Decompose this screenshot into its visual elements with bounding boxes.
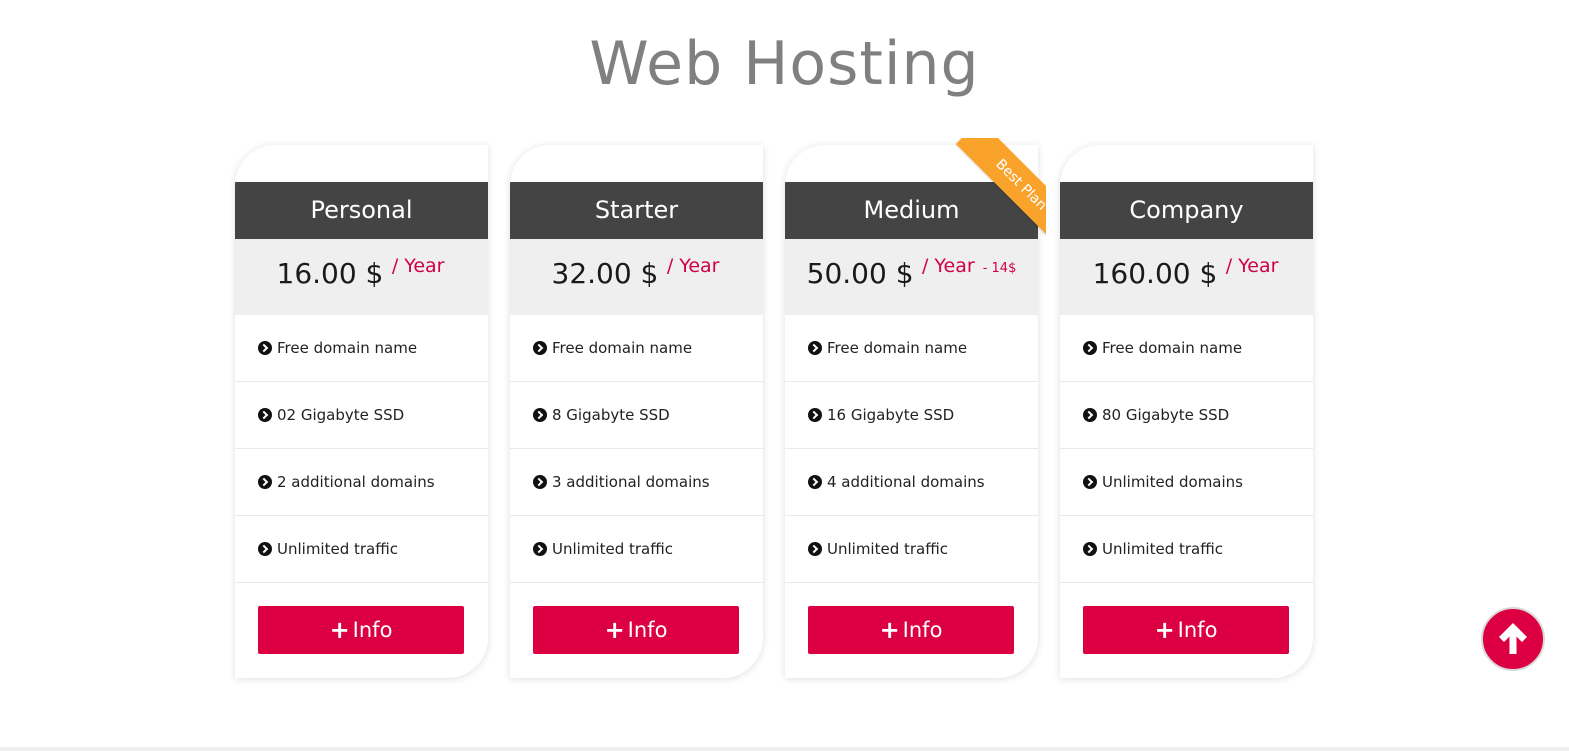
- plan-price: 32.00 $ / Year: [510, 239, 763, 315]
- feature-item: 8 Gigabyte SSD: [510, 382, 763, 449]
- feature-label: Unlimited domains: [1102, 473, 1243, 491]
- page-title: Web Hosting: [589, 29, 980, 99]
- price-period: / Year: [666, 255, 720, 277]
- info-button-label: Info: [902, 618, 943, 642]
- feature-item: 80 Gigabyte SSD: [1060, 382, 1313, 449]
- info-button-label: Info: [627, 618, 668, 642]
- feature-label: 16 Gigabyte SSD: [827, 406, 955, 424]
- feature-item: Unlimited domains: [1060, 449, 1313, 516]
- feature-item: 16 Gigabyte SSD: [785, 382, 1038, 449]
- feature-item: Free domain name: [510, 315, 763, 382]
- chevron-circle-right-icon: [258, 341, 272, 355]
- feature-label: 02 Gigabyte SSD: [277, 406, 405, 424]
- plan-card-company: Company 160.00 $ / Year Free domain name…: [1060, 145, 1313, 678]
- info-button-company[interactable]: + Info: [1083, 606, 1289, 654]
- price-discount: - 14$: [982, 261, 1017, 276]
- plan-name: Starter: [510, 182, 763, 239]
- feature-item: 02 Gigabyte SSD: [235, 382, 488, 449]
- feature-label: Unlimited traffic: [1102, 540, 1223, 558]
- feature-label: Unlimited traffic: [827, 540, 948, 558]
- feature-label: 4 additional domains: [827, 473, 985, 491]
- price-period: / Year - 14$: [921, 255, 1017, 277]
- info-button-label: Info: [1177, 618, 1218, 642]
- chevron-circle-right-icon: [533, 341, 547, 355]
- feature-list: Free domain name 16 Gigabyte SSD 4 addit…: [785, 315, 1038, 583]
- info-button-label: Info: [352, 618, 393, 642]
- plus-icon: +: [604, 616, 625, 644]
- plan-card-starter: Starter 32.00 $ / Year Free domain name …: [510, 145, 763, 678]
- chevron-circle-right-icon: [533, 408, 547, 422]
- plan-card-personal: Personal 16.00 $ / Year Free domain name…: [235, 145, 488, 678]
- plan-price: 16.00 $ / Year: [235, 239, 488, 315]
- scroll-to-top-button[interactable]: [1481, 607, 1545, 671]
- plus-icon: +: [329, 616, 350, 644]
- chevron-circle-right-icon: [808, 408, 822, 422]
- arrow-up-icon: [1499, 623, 1527, 654]
- chevron-circle-right-icon: [1083, 341, 1097, 355]
- footer-divider: [0, 747, 1569, 751]
- ribbon-label: Best Plan: [955, 138, 1046, 251]
- info-button-starter[interactable]: + Info: [533, 606, 739, 654]
- plan-price: 160.00 $ / Year: [1060, 239, 1313, 315]
- feature-item: 4 additional domains: [785, 449, 1038, 516]
- chevron-circle-right-icon: [533, 475, 547, 489]
- chevron-circle-right-icon: [258, 475, 272, 489]
- feature-item: Free domain name: [1060, 315, 1313, 382]
- feature-label: Free domain name: [277, 339, 418, 357]
- feature-label: 8 Gigabyte SSD: [552, 406, 670, 424]
- chevron-circle-right-icon: [258, 408, 272, 422]
- plan-name: Personal: [235, 182, 488, 239]
- feature-label: 3 additional domains: [552, 473, 710, 491]
- feature-list: Free domain name 8 Gigabyte SSD 3 additi…: [510, 315, 763, 583]
- plus-icon: +: [879, 616, 900, 644]
- feature-label: 80 Gigabyte SSD: [1102, 406, 1230, 424]
- feature-label: Free domain name: [1102, 339, 1243, 357]
- plan-name: Company: [1060, 182, 1313, 239]
- feature-list: Free domain name 02 Gigabyte SSD 2 addit…: [235, 315, 488, 583]
- chevron-circle-right-icon: [1083, 408, 1097, 422]
- feature-item: Free domain name: [785, 315, 1038, 382]
- price-period: / Year: [391, 255, 445, 277]
- feature-label: 2 additional domains: [277, 473, 435, 491]
- price-amount: 160.00 $: [1092, 257, 1218, 290]
- price-amount: 32.00 $: [551, 257, 659, 290]
- feature-list: Free domain name 80 Gigabyte SSD Unlimit…: [1060, 315, 1313, 583]
- feature-item: 3 additional domains: [510, 449, 763, 516]
- feature-item: Free domain name: [235, 315, 488, 382]
- feature-label: Free domain name: [552, 339, 693, 357]
- chevron-circle-right-icon: [533, 542, 547, 556]
- price-period: / Year: [1225, 255, 1279, 277]
- feature-label: Unlimited traffic: [277, 540, 398, 558]
- best-plan-ribbon: Best Plan: [928, 138, 1046, 258]
- feature-item: Unlimited traffic: [1060, 516, 1313, 583]
- feature-item: Unlimited traffic: [785, 516, 1038, 583]
- feature-label: Free domain name: [827, 339, 968, 357]
- chevron-circle-right-icon: [1083, 475, 1097, 489]
- chevron-circle-right-icon: [808, 341, 822, 355]
- price-amount: 50.00 $: [806, 257, 914, 290]
- chevron-circle-right-icon: [808, 542, 822, 556]
- chevron-circle-right-icon: [1083, 542, 1097, 556]
- info-button-personal[interactable]: + Info: [258, 606, 464, 654]
- chevron-circle-right-icon: [258, 542, 272, 556]
- feature-label: Unlimited traffic: [552, 540, 673, 558]
- price-amount: 16.00 $: [276, 257, 384, 290]
- feature-item: Unlimited traffic: [235, 516, 488, 583]
- chevron-circle-right-icon: [808, 475, 822, 489]
- feature-item: Unlimited traffic: [510, 516, 763, 583]
- plus-icon: +: [1154, 616, 1175, 644]
- feature-item: 2 additional domains: [235, 449, 488, 516]
- info-button-medium[interactable]: + Info: [808, 606, 1014, 654]
